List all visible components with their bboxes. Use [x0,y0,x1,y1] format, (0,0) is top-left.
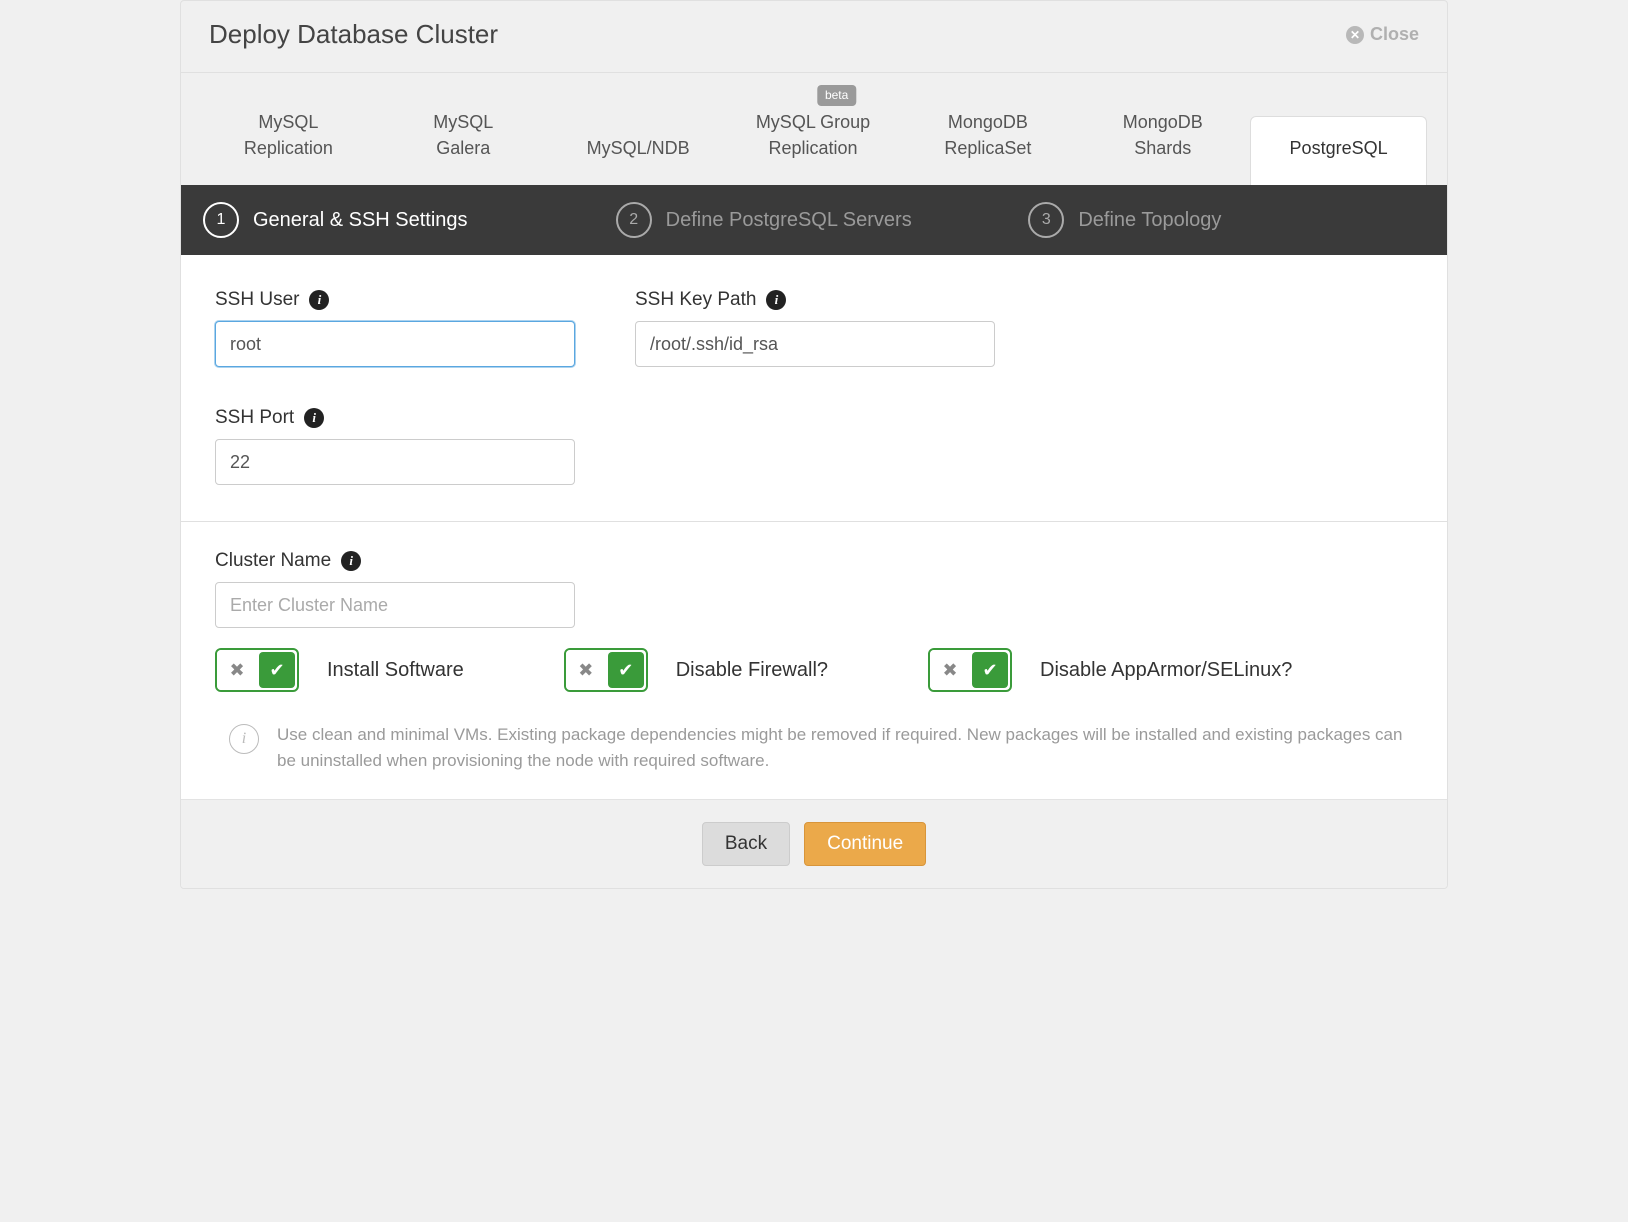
check-icon: ✔ [972,652,1008,688]
info-icon[interactable]: i [304,408,324,428]
ssh-key-path-field: SSH Key Path i [635,289,995,367]
tab-mysql-ndb[interactable]: MySQL/NDB [551,117,726,185]
info-icon[interactable]: i [341,551,361,571]
ssh-user-field: SSH User i [215,289,575,367]
step-define-topology[interactable]: 3 Define Topology [1020,202,1433,238]
install-software-option: ✖ ✔ Install Software [215,648,464,692]
close-button[interactable]: ✕ Close [1346,24,1419,45]
wizard-footer: Back Continue [181,799,1447,888]
database-type-tabs: MySQL Replication MySQL Galera MySQL/NDB… [181,73,1447,185]
ssh-user-label: SSH User [215,289,299,311]
beta-badge: beta [817,85,856,106]
back-button[interactable]: Back [702,822,790,866]
ssh-port-field: SSH Port i [215,407,575,485]
modal-title: Deploy Database Cluster [209,19,498,50]
ssh-key-path-label: SSH Key Path [635,289,756,311]
ssh-key-path-input[interactable] [635,321,995,367]
cluster-name-field: Cluster Name i [215,550,575,628]
cluster-settings-panel: Cluster Name i ✖ ✔ Install Software ✖ ✔ … [181,522,1447,799]
tab-mysql-galera[interactable]: MySQL Galera [376,91,551,185]
step-define-servers[interactable]: 2 Define PostgreSQL Servers [608,202,1021,238]
deploy-cluster-modal: Deploy Database Cluster ✕ Close MySQL Re… [180,0,1448,889]
step-number-icon: 3 [1028,202,1064,238]
disable-apparmor-label: Disable AppArmor/SELinux? [1040,659,1292,682]
wizard-steps: 1 General & SSH Settings 2 Define Postgr… [181,185,1447,255]
info-icon[interactable]: i [766,290,786,310]
tab-mongodb-replicaset[interactable]: MongoDB ReplicaSet [900,91,1075,185]
disable-firewall-option: ✖ ✔ Disable Firewall? [564,648,828,692]
tab-mysql-group-replication[interactable]: beta MySQL Group Replication [726,91,901,185]
info-icon[interactable]: i [309,290,329,310]
tab-mysql-replication[interactable]: MySQL Replication [201,91,376,185]
x-icon: ✖ [566,650,606,690]
tab-postgresql[interactable]: PostgreSQL [1250,116,1427,185]
step-general-ssh[interactable]: 1 General & SSH Settings [195,202,608,238]
info-note: i Use clean and minimal VMs. Existing pa… [215,716,1413,781]
x-icon: ✖ [217,650,257,690]
install-software-toggle[interactable]: ✖ ✔ [215,648,299,692]
check-icon: ✔ [259,652,295,688]
disable-firewall-toggle[interactable]: ✖ ✔ [564,648,648,692]
options-toggle-row: ✖ ✔ Install Software ✖ ✔ Disable Firewal… [215,648,1413,692]
step-number-icon: 2 [616,202,652,238]
x-icon: ✖ [930,650,970,690]
ssh-port-input[interactable] [215,439,575,485]
ssh-settings-panel: SSH User i SSH Key Path i SSH Port i [181,255,1447,522]
tab-mongodb-shards[interactable]: MongoDB Shards [1075,91,1250,185]
disable-apparmor-toggle[interactable]: ✖ ✔ [928,648,1012,692]
ssh-port-label: SSH Port [215,407,294,429]
cluster-name-input[interactable] [215,582,575,628]
disable-apparmor-option: ✖ ✔ Disable AppArmor/SELinux? [928,648,1292,692]
continue-button[interactable]: Continue [804,822,926,866]
info-note-text: Use clean and minimal VMs. Existing pack… [277,722,1413,773]
modal-header: Deploy Database Cluster ✕ Close [181,1,1447,73]
step-number-icon: 1 [203,202,239,238]
install-software-label: Install Software [327,659,464,682]
close-icon: ✕ [1346,26,1364,44]
close-label: Close [1370,24,1419,45]
check-icon: ✔ [608,652,644,688]
info-icon: i [229,724,259,754]
ssh-user-input[interactable] [215,321,575,367]
disable-firewall-label: Disable Firewall? [676,659,828,682]
cluster-name-label: Cluster Name [215,550,331,572]
